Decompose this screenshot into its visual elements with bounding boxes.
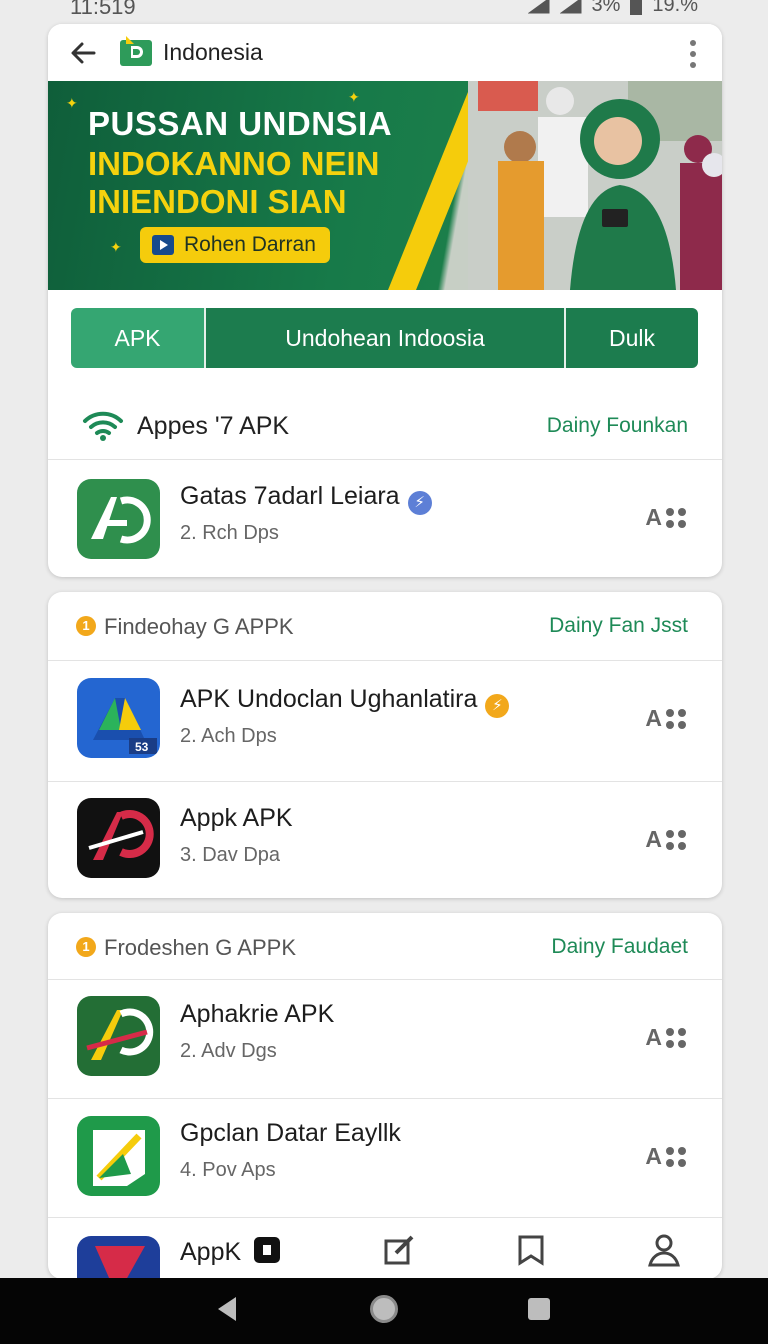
- app-meta: 3. Dav Dpa: [180, 844, 281, 866]
- banner-cta-button[interactable]: Rohen Darran: [140, 227, 330, 263]
- ap-green-icon: [77, 996, 160, 1076]
- list-item[interactable]: Aphakrie APK 2. Adv Dgs A: [48, 980, 722, 1099]
- nav-back-icon[interactable]: [218, 1297, 236, 1321]
- tab-apk[interactable]: APK: [71, 308, 206, 368]
- list-item[interactable]: Gpclan Datar Eayllk 4. Pov Aps A: [48, 1099, 722, 1218]
- grid-dots-icon: [666, 708, 686, 729]
- section-card-3: 1 Frodeshen G APPK Dainy Faudaet Aphakri…: [48, 913, 722, 1279]
- sparkle-icon: ✦: [110, 239, 122, 255]
- profile-icon[interactable]: [646, 1233, 680, 1267]
- status-right-text: 19.%: [652, 0, 698, 16]
- app-meta: 2. Ach Dps: [180, 725, 277, 747]
- zap-blue-icon: [77, 1236, 160, 1279]
- section-title: Appes '7 APK: [137, 412, 290, 440]
- category-tabs: APK Undohean Indoosia Dulk: [71, 308, 698, 368]
- section-more-link[interactable]: Dainy Fan Jsst: [549, 614, 688, 638]
- grid-dots-icon: [666, 1146, 686, 1167]
- section-card-2: 1 Findeohay G APPK Dainy Fan Jsst 53 APK…: [48, 592, 722, 898]
- app-name: Appk APK: [180, 804, 293, 832]
- promo-banner[interactable]: ✦ ✦ ✦ PUSSAN UNDNSIA INDOKANNO NEIN INIE…: [48, 81, 722, 290]
- list-item[interactable]: Appk APK 3. Dav Dpa A: [48, 782, 722, 898]
- grid-dots-icon: [666, 829, 686, 850]
- info-dot-icon: 1: [76, 616, 96, 636]
- banner-headline: PUSSAN UNDNSIA: [88, 105, 393, 142]
- app-name: Gpclan Datar Eayllk: [180, 1119, 401, 1147]
- app-actions-button[interactable]: A: [645, 504, 686, 531]
- more-options-icon[interactable]: [690, 40, 698, 68]
- nav-home-icon[interactable]: [370, 1295, 398, 1323]
- app-name: Gatas 7adarl Leiara ⚡: [180, 482, 432, 515]
- section-apps: Appes '7 APK Dainy Founkan Gatas 7adarl …: [48, 390, 722, 577]
- app-bar: Indonesia: [48, 24, 722, 81]
- battery-icon: [630, 0, 643, 15]
- status-time: 11:519: [70, 0, 136, 19]
- wifi-icon: [83, 411, 123, 441]
- stop-square-icon[interactable]: [250, 1233, 284, 1267]
- signal-icon: [527, 0, 550, 14]
- edit-icon[interactable]: [382, 1233, 416, 1267]
- banner-subheadline: INDOKANNO NEIN: [88, 145, 380, 182]
- section-title: Frodeshen G APPK: [104, 935, 296, 960]
- info-dot-icon: 1: [76, 937, 96, 957]
- status-icons: 3% 19.%: [527, 0, 698, 17]
- section-header: 1 Findeohay G APPK Dainy Fan Jsst: [48, 592, 722, 661]
- bookmark-icon[interactable]: [514, 1233, 548, 1267]
- sparkle-icon: ✦: [66, 95, 78, 111]
- main-card: Indonesia ✦ ✦ ✦ PUSSAN UNDNSIA INDOKANNO…: [48, 24, 722, 577]
- app-meta: 2. Adv Dgs: [180, 1040, 277, 1062]
- back-button[interactable]: [68, 38, 98, 68]
- battery-percent: 3%: [591, 0, 621, 16]
- section-header: 1 Frodeshen G APPK Dainy Faudaet: [48, 913, 722, 980]
- verified-badge-icon: ⚡: [407, 491, 432, 515]
- app-meta: 2. Rch Dps: [180, 522, 279, 544]
- grid-dots-icon: [666, 507, 686, 528]
- tab-undohean-indoosia[interactable]: Undohean Indoosia: [206, 308, 566, 368]
- section-more-link[interactable]: Dainy Faudaet: [551, 935, 688, 959]
- svg-text:53: 53: [135, 740, 149, 754]
- section-title: Findeohay G APPK: [104, 614, 294, 639]
- app-name: AppK: [180, 1238, 242, 1266]
- sparkle-icon: ✦: [348, 89, 360, 105]
- app-actions-button[interactable]: A: [645, 705, 686, 732]
- bottom-toolbar: [250, 1233, 680, 1267]
- play-icon: [152, 235, 174, 255]
- ad-green-icon: [77, 479, 160, 559]
- page-title: Indonesia: [163, 39, 263, 65]
- app-name: APK Undoclan Ughanlatira ⚡: [180, 685, 510, 718]
- banner-subheadline-2: INIENDONI SIAN: [88, 183, 347, 220]
- drive-blue-icon: 53: [77, 678, 160, 758]
- grid-dots-icon: [666, 1027, 686, 1048]
- app-name: Aphakrie APK: [180, 1000, 335, 1028]
- list-item[interactable]: 53 APK Undoclan Ughanlatira ⚡ 2. Ach Dps …: [48, 661, 722, 782]
- banner-photo: [468, 81, 722, 290]
- store-logo-icon: [118, 36, 154, 68]
- tab-dulk[interactable]: Dulk: [566, 308, 698, 368]
- app-actions-button[interactable]: A: [645, 1024, 686, 1051]
- wifi-signal-icon: [559, 0, 582, 14]
- section-header: Appes '7 APK Dainy Founkan: [48, 390, 722, 460]
- paper-green-icon: [77, 1116, 160, 1196]
- banner-cta-label: Rohen Darran: [184, 233, 316, 256]
- system-nav-bar: [0, 1278, 768, 1344]
- ap-black-icon: [77, 798, 160, 878]
- status-bar: 11:519 3% 19.%: [0, 0, 768, 22]
- app-actions-button[interactable]: A: [645, 826, 686, 853]
- verified-badge-icon: ⚡: [485, 694, 510, 718]
- nav-recents-icon[interactable]: [528, 1298, 550, 1320]
- app-meta: 4. Pov Aps: [180, 1159, 276, 1181]
- list-item[interactable]: Gatas 7adarl Leiara ⚡ 2. Rch Dps A: [48, 460, 722, 577]
- section-more-link[interactable]: Dainy Founkan: [547, 414, 688, 438]
- back-arrow-icon: [71, 42, 96, 64]
- app-actions-button[interactable]: A: [645, 1143, 686, 1170]
